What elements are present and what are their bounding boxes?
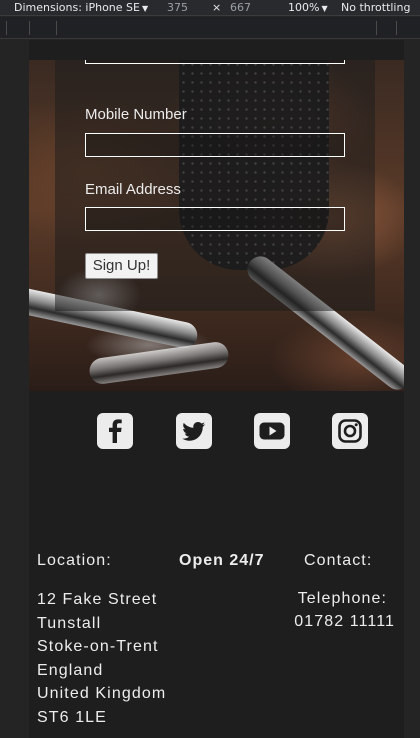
width-field[interactable]: 375 bbox=[167, 1, 188, 14]
instagram-link[interactable] bbox=[332, 413, 368, 449]
device-label: Dimensions: iPhone SE bbox=[14, 1, 140, 14]
address-line: 12 Fake Street bbox=[37, 591, 158, 608]
zoom-selector[interactable]: 100% ▼ bbox=[288, 1, 328, 14]
hero-section: Mobile Number Email Address Sign Up! bbox=[29, 60, 404, 391]
chevron-down-icon: ▼ bbox=[321, 4, 328, 13]
zoom-label: 100% bbox=[288, 1, 320, 14]
address-line: Stoke-on-Trent bbox=[37, 638, 159, 655]
device-toolbar: Dimensions: iPhone SE ▼ 375 × 667 100% ▼ N… bbox=[0, 0, 420, 16]
previous-field-input[interactable] bbox=[85, 60, 345, 64]
telephone-number[interactable]: 01782 11111 bbox=[294, 613, 395, 631]
signup-form: Mobile Number Email Address Sign Up! bbox=[55, 60, 375, 311]
email-address-input[interactable] bbox=[85, 207, 345, 231]
telephone-label: Telephone: bbox=[297, 590, 387, 607]
facebook-link[interactable] bbox=[97, 413, 133, 449]
address-line: Tunstall bbox=[37, 614, 102, 632]
sign-up-button[interactable]: Sign Up! bbox=[85, 253, 158, 279]
opening-hours: Open 24/7 bbox=[179, 552, 265, 569]
throttling-selector[interactable]: No throttling bbox=[341, 1, 410, 14]
swap-dimensions-icon[interactable]: × bbox=[212, 1, 221, 14]
twitter-link[interactable] bbox=[176, 413, 212, 449]
media-query-ruler bbox=[0, 17, 420, 39]
social-links bbox=[29, 413, 404, 451]
device-selector[interactable]: Dimensions: iPhone SE ▼ bbox=[14, 1, 148, 14]
twitter-icon bbox=[182, 422, 205, 441]
address-line: United Kingdom bbox=[37, 685, 167, 702]
instagram-icon bbox=[338, 419, 362, 443]
throttling-label: No throttling bbox=[341, 1, 411, 14]
email-address-label: Email Address bbox=[85, 181, 181, 198]
mobile-number-input[interactable] bbox=[85, 133, 345, 157]
page-viewport: Mobile Number Email Address Sign Up! Loc… bbox=[29, 40, 404, 738]
address-block: 12 Fake Street Tunstall Stoke-on-Trent E… bbox=[37, 588, 166, 729]
height-field[interactable]: 667 bbox=[230, 1, 251, 14]
address-line: England bbox=[37, 661, 104, 679]
address-line: ST6 1LE bbox=[37, 708, 107, 726]
facebook-icon bbox=[109, 419, 122, 443]
mobile-number-label: Mobile Number bbox=[85, 106, 187, 123]
chevron-down-icon: ▼ bbox=[141, 4, 149, 13]
location-heading: Location: bbox=[37, 552, 112, 569]
youtube-link[interactable] bbox=[254, 413, 290, 449]
contact-heading: Contact: bbox=[304, 552, 373, 569]
youtube-icon bbox=[259, 422, 285, 440]
